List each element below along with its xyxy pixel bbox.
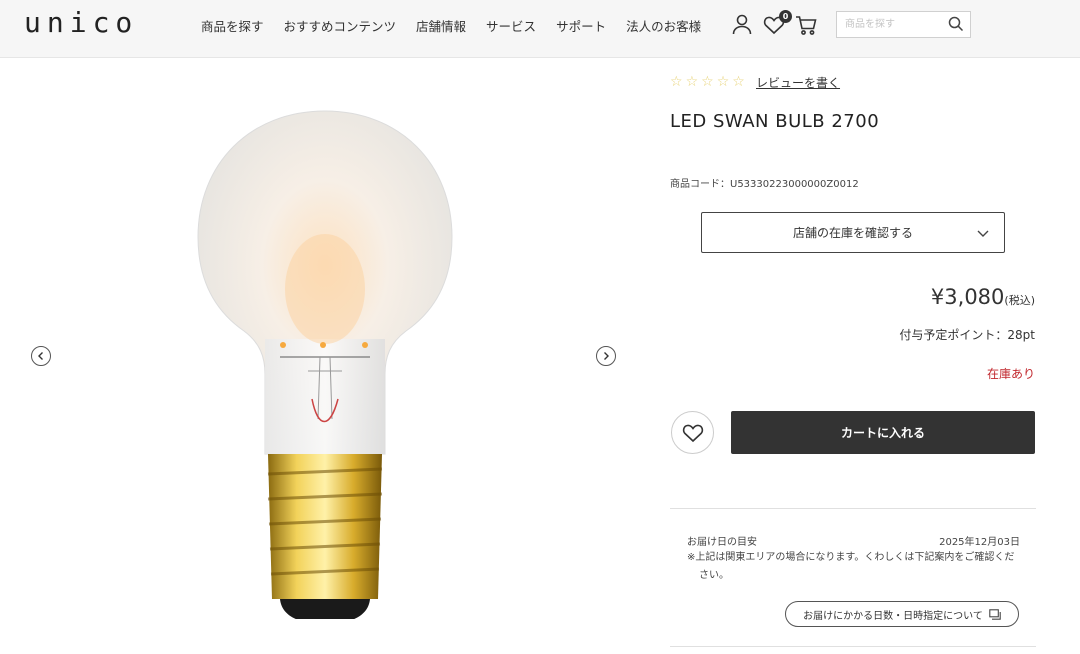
nav-item-support[interactable]: サポート	[556, 16, 606, 35]
chevron-left-icon	[38, 352, 43, 360]
divider	[670, 646, 1036, 647]
star-icon: ☆	[685, 74, 700, 90]
delivery-info-label: お届けにかかる日数・日時指定について	[803, 610, 983, 622]
add-favorite-button[interactable]	[671, 411, 714, 454]
main-nav: 商品を探す おすすめコンテンツ 店舗情報 サービス サポート 法人のお客様	[201, 16, 701, 35]
nav-item-services[interactable]: サービス	[486, 16, 536, 35]
site-header: unico 商品を探す おすすめコンテンツ 店舗情報 サービス サポート 法人の…	[0, 0, 1080, 58]
user-icon[interactable]	[731, 13, 753, 39]
store-stock-dropdown[interactable]: 店舗の在庫を確認する	[701, 212, 1005, 253]
write-review-link[interactable]: レビューを書く	[756, 74, 840, 91]
stock-status: 在庫あり	[986, 367, 1035, 381]
star-icon: ☆	[670, 74, 684, 90]
delivery-estimate-label: お届け日の目安	[687, 537, 757, 548]
product-image-bulb	[197, 110, 453, 619]
gallery-prev-button[interactable]	[31, 346, 51, 366]
price-value: ¥3,080	[930, 285, 1005, 309]
product-gallery	[0, 59, 650, 654]
favorites-count-badge: 0	[779, 10, 792, 23]
price-tax-label: (税込)	[1004, 294, 1035, 307]
product-price: ¥3,080(税込)	[931, 285, 1035, 309]
product-title: LED SWAN BULB 2700	[670, 111, 880, 132]
search-box	[836, 11, 971, 38]
delivery-info-button[interactable]: お届けにかかる日数・日時指定について	[785, 601, 1019, 627]
star-icon: ☆	[732, 74, 746, 90]
reward-points: 付与予定ポイント：28pt	[899, 328, 1035, 342]
heart-icon	[682, 424, 703, 442]
store-stock-label: 店舗の在庫を確認する	[792, 226, 913, 240]
window-icon	[989, 608, 1001, 620]
cart-icon[interactable]	[795, 14, 817, 40]
search-icon[interactable]	[948, 16, 964, 36]
chevron-down-icon	[977, 230, 989, 237]
add-to-cart-button[interactable]: カートに入れる	[731, 411, 1035, 454]
rating-stars: ☆ ☆ ☆ ☆ ☆	[670, 74, 746, 90]
search-input[interactable]	[837, 12, 942, 37]
site-logo[interactable]: unico	[24, 6, 138, 39]
star-icon: ☆	[716, 74, 731, 90]
nav-item-contents[interactable]: おすすめコンテンツ	[284, 16, 397, 35]
divider	[670, 508, 1036, 509]
delivery-note: ※上記は関東エリアの場合になります。くわしくは下記案内をご確認ください。	[687, 552, 1015, 581]
product-code: 商品コード：U53330223000000Z0012	[670, 179, 859, 190]
nav-item-business[interactable]: 法人のお客様	[626, 16, 701, 35]
nav-item-stores[interactable]: 店舗情報	[416, 16, 466, 35]
gallery-next-button[interactable]	[596, 346, 616, 366]
delivery-estimate-date: 2025年12月03日	[939, 537, 1020, 548]
star-icon: ☆	[701, 74, 715, 90]
chevron-right-icon	[604, 352, 609, 360]
nav-item-products[interactable]: 商品を探す	[201, 16, 264, 35]
